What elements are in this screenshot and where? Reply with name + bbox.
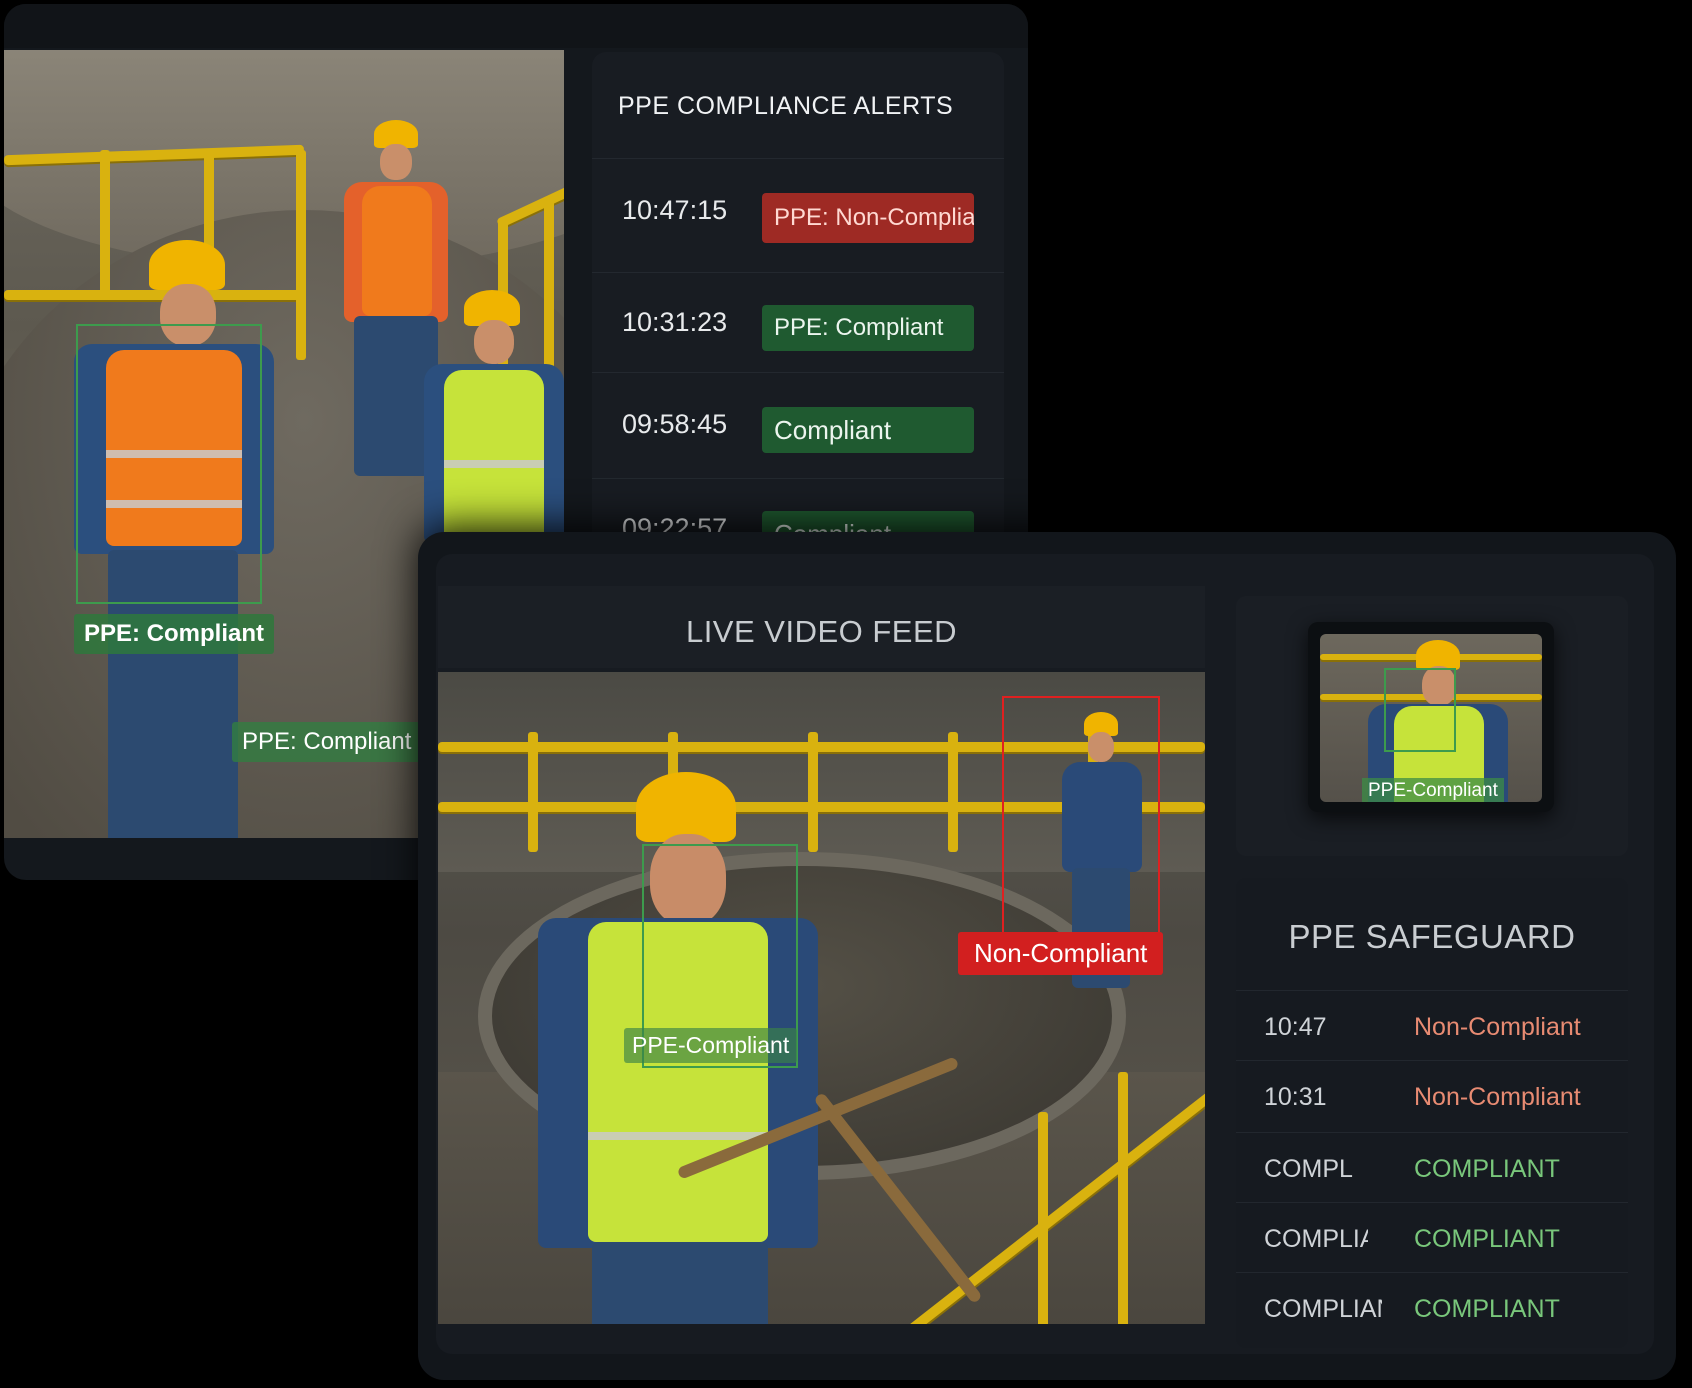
- railing-post: [1118, 1072, 1128, 1324]
- detection-label: PPE: Compliant: [232, 722, 422, 762]
- thumbnail-card: PPE-Compliant: [1236, 596, 1628, 856]
- alerts-panel: PPE COMPLIANCE ALERTS 10:47:15 PPE: Non-…: [592, 52, 1004, 612]
- safety-railing: [4, 290, 304, 300]
- alert-row[interactable]: 09:58:45 Compliant: [592, 372, 1004, 469]
- detection-box-compliant[interactable]: [76, 324, 262, 604]
- detection-label-compliant: PPE-Compliant: [624, 1028, 798, 1063]
- railing-post: [1038, 1112, 1048, 1324]
- alert-time: 09:58:45: [622, 409, 728, 439]
- detection-box-compliant: [1384, 668, 1456, 752]
- alert-time: 10:47:15: [622, 195, 728, 225]
- safeguard-row[interactable]: 10:31 Non-Compliant: [1236, 1060, 1628, 1131]
- railing-post: [296, 150, 306, 360]
- railing-post: [808, 732, 818, 852]
- thumbnail-label: PPE-Compliant: [1362, 778, 1504, 802]
- live-feed-header: LIVE VIDEO FEED: [438, 586, 1205, 668]
- detection-label: PPE: Compliant: [74, 614, 275, 654]
- safeguard-row[interactable]: COMPLIA COMPLIANT: [1236, 1202, 1628, 1273]
- alerts-panel-title: PPE COMPLIANCE ALERTS: [618, 92, 954, 120]
- safeguard-row[interactable]: COMPLIAN COMPLIANT: [1236, 1272, 1628, 1343]
- alert-status-badge: PPE: Non-Compliar: [762, 193, 974, 243]
- safeguard-panel: PPE SAFEGUARD 10:47 Non-Compliant 10:31 …: [1236, 878, 1628, 1348]
- detection-label-non-compliant: Non-Compliant: [958, 932, 1164, 975]
- alert-row[interactable]: 10:31:23 PPE: Compliant: [592, 272, 1004, 369]
- alert-row[interactable]: 10:47:15 PPE: Non-Compliar: [592, 158, 1004, 255]
- safeguard-row[interactable]: COMPLI COMPLIANT: [1236, 1132, 1628, 1203]
- safeguard-row[interactable]: 10:47 Non-Compliant: [1236, 990, 1628, 1061]
- live-feed-title: LIVE VIDEO FEED: [685, 614, 958, 649]
- railing-post: [100, 150, 110, 300]
- safeguard-row-label: COMPLIA: [1264, 1225, 1368, 1253]
- back-window-titlebar: [4, 4, 1028, 48]
- front-window: LIVE VIDEO FEED Non-Compliant PPE-Compli…: [418, 532, 1676, 1380]
- safeguard-title: PPE SAFEGUARD: [1288, 918, 1576, 955]
- safeguard-row-status: Non-Compliant: [1414, 1013, 1581, 1041]
- alert-status-badge: PPE: Compliant: [762, 305, 974, 351]
- thumbnail-frame[interactable]: PPE-Compliant: [1308, 622, 1554, 812]
- detection-box-non-compliant[interactable]: [1002, 696, 1160, 934]
- alert-time: 10:31:23: [622, 307, 728, 337]
- safeguard-row-label: COMPLI: [1264, 1155, 1354, 1183]
- safeguard-row-time: 10:47: [1264, 1013, 1327, 1041]
- alert-status-badge: Compliant: [762, 407, 974, 453]
- safeguard-row-status: COMPLIANT: [1414, 1225, 1560, 1253]
- safeguard-row-status: COMPLIANT: [1414, 1155, 1560, 1183]
- railing-post: [528, 732, 538, 852]
- thumbnail-image: PPE-Compliant: [1320, 634, 1542, 802]
- railing-post: [948, 732, 958, 852]
- safeguard-row-label: COMPLIAN: [1264, 1295, 1382, 1323]
- safeguard-row-time: 10:31: [1264, 1083, 1327, 1111]
- safeguard-row-status: Non-Compliant: [1414, 1083, 1581, 1111]
- safeguard-row-status: COMPLIANT: [1414, 1295, 1560, 1323]
- live-video-feed[interactable]: Non-Compliant PPE-Compliant: [438, 672, 1205, 1324]
